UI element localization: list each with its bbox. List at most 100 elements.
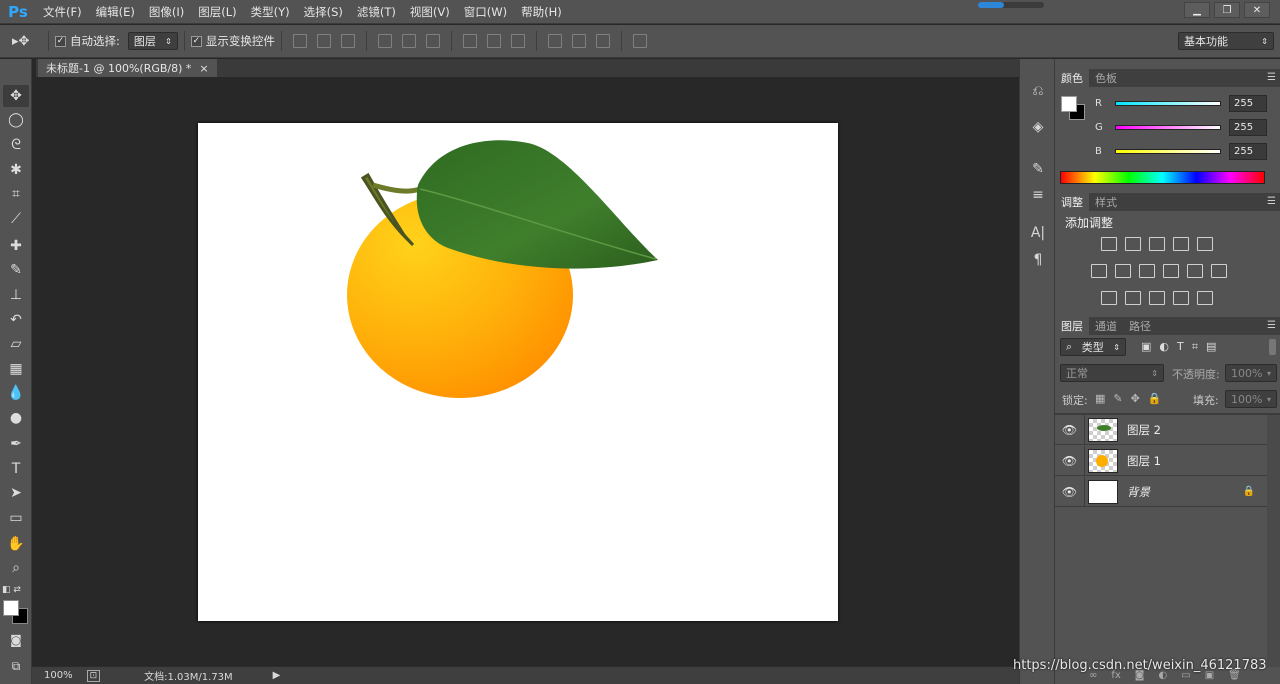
threshold-icon[interactable] bbox=[1149, 291, 1165, 305]
red-value[interactable]: 255 bbox=[1229, 95, 1267, 112]
history-brush-tool-icon[interactable]: ↶ bbox=[3, 309, 29, 331]
close-tab-icon[interactable]: × bbox=[199, 62, 208, 75]
vibrance-icon[interactable] bbox=[1197, 237, 1213, 251]
opacity-field[interactable]: 100% ▾ bbox=[1225, 364, 1277, 382]
lock-transparency-icon[interactable]: ▦ bbox=[1095, 392, 1105, 405]
curves-icon[interactable] bbox=[1149, 237, 1165, 251]
document-canvas[interactable] bbox=[198, 123, 838, 621]
gradient-map-icon[interactable] bbox=[1197, 291, 1213, 305]
menu-file[interactable]: 文件(F) bbox=[36, 4, 89, 20]
align-top-icon[interactable] bbox=[292, 34, 307, 48]
panel-menu-icon[interactable]: ☰ bbox=[1267, 72, 1276, 83]
layer-row[interactable]: 👁 图层 2 bbox=[1055, 414, 1267, 445]
color-balance-icon[interactable] bbox=[1115, 264, 1131, 278]
panel-menu-icon[interactable]: ☰ bbox=[1267, 320, 1276, 331]
tab-channels[interactable]: 通道 bbox=[1089, 317, 1123, 335]
visibility-eye-icon[interactable]: 👁 bbox=[1055, 445, 1085, 476]
clone-stamp-tool-icon[interactable]: ⊥ bbox=[3, 284, 29, 306]
green-value[interactable]: 255 bbox=[1229, 119, 1267, 136]
menu-window[interactable]: 窗口(W) bbox=[457, 4, 514, 20]
filter-toggle[interactable] bbox=[1269, 339, 1276, 355]
hand-tool-icon[interactable]: ✋ bbox=[3, 533, 29, 555]
pixel-filter-icon[interactable]: ▣ bbox=[1141, 340, 1151, 354]
align-bottom-icon[interactable] bbox=[340, 34, 355, 48]
lasso-tool-icon[interactable]: ᘓ bbox=[3, 134, 29, 156]
distribute-bottom-icon[interactable] bbox=[510, 34, 525, 48]
red-slider[interactable] bbox=[1115, 101, 1221, 106]
menu-filter[interactable]: 滤镜(T) bbox=[350, 4, 403, 20]
blue-slider[interactable] bbox=[1115, 149, 1221, 154]
align-left-icon[interactable] bbox=[377, 34, 392, 48]
type-filter-icon[interactable]: T bbox=[1177, 340, 1184, 354]
paragraph-panel-icon[interactable]: ¶ bbox=[1026, 250, 1050, 270]
restore-button[interactable]: ❐ bbox=[1214, 2, 1240, 18]
menu-edit[interactable]: 编辑(E) bbox=[89, 4, 142, 20]
panel-menu-icon[interactable]: ☰ bbox=[1267, 196, 1276, 207]
default-colors-icon[interactable]: ◧ ⇄ bbox=[2, 585, 21, 595]
auto-select-checkbox[interactable]: ✓ 自动选择: bbox=[55, 33, 120, 49]
visibility-eye-icon[interactable]: 👁 bbox=[1055, 414, 1085, 445]
status-menu-arrow-icon[interactable]: ▶ bbox=[273, 670, 281, 681]
layer-row[interactable]: 👁 图层 1 bbox=[1055, 445, 1267, 476]
blue-value[interactable]: 255 bbox=[1229, 143, 1267, 160]
hue-saturation-icon[interactable] bbox=[1091, 264, 1107, 278]
character-panel-icon[interactable]: A| bbox=[1026, 223, 1050, 243]
adjustment-filter-icon[interactable]: ◐ bbox=[1159, 340, 1169, 354]
align-right-icon[interactable] bbox=[425, 34, 440, 48]
selective-color-icon[interactable] bbox=[1173, 291, 1189, 305]
menu-image[interactable]: 图像(I) bbox=[142, 4, 191, 20]
shape-filter-icon[interactable]: ⌗ bbox=[1192, 340, 1198, 354]
distribute-right-icon[interactable] bbox=[595, 34, 610, 48]
menu-help[interactable]: 帮助(H) bbox=[514, 4, 569, 20]
menu-view[interactable]: 视图(V) bbox=[403, 4, 457, 20]
green-slider[interactable] bbox=[1115, 125, 1221, 130]
distribute-left-icon[interactable] bbox=[547, 34, 562, 48]
lock-all-icon[interactable]: 🔒 bbox=[1148, 392, 1162, 405]
history-panel-icon[interactable]: ⎌ bbox=[1026, 81, 1050, 101]
brightness-icon[interactable] bbox=[1101, 237, 1117, 251]
photo-filter-icon[interactable] bbox=[1163, 264, 1179, 278]
zoom-level[interactable]: 100% bbox=[44, 670, 73, 681]
black-white-icon[interactable] bbox=[1139, 264, 1155, 278]
visibility-eye-icon[interactable]: 👁 bbox=[1055, 476, 1085, 507]
workspace-dropdown[interactable]: 基本功能 ⇕ bbox=[1178, 32, 1274, 50]
layer-row[interactable]: 👁 背景 🔒 bbox=[1055, 476, 1267, 507]
close-button[interactable]: ✕ bbox=[1244, 2, 1270, 18]
tab-layers[interactable]: 图层 bbox=[1055, 317, 1089, 335]
show-transform-checkbox[interactable]: ✓ 显示变换控件 bbox=[190, 33, 275, 49]
eraser-tool-icon[interactable]: ▱ bbox=[3, 333, 29, 355]
distribute-hcenter-icon[interactable] bbox=[571, 34, 586, 48]
lock-pixels-icon[interactable]: ✎ bbox=[1113, 392, 1122, 405]
brush-presets-icon[interactable]: ≡ bbox=[1026, 185, 1050, 205]
brush-panel-icon[interactable]: ✎ bbox=[1026, 159, 1050, 179]
pen-tool-icon[interactable]: ✒ bbox=[3, 433, 29, 455]
screen-mode-icon[interactable]: ⧉ bbox=[3, 655, 29, 677]
align-vcenter-icon[interactable] bbox=[316, 34, 331, 48]
tab-adjustments[interactable]: 调整 bbox=[1055, 193, 1089, 211]
auto-align-icon[interactable] bbox=[632, 34, 647, 48]
move-tool-icon[interactable]: ✥ bbox=[3, 85, 29, 107]
tab-swatches[interactable]: 色板 bbox=[1089, 69, 1123, 87]
tab-color[interactable]: 颜色 bbox=[1055, 69, 1089, 87]
lock-position-icon[interactable]: ✥ bbox=[1131, 392, 1140, 405]
eyedropper-tool-icon[interactable]: ⟋ bbox=[3, 208, 29, 230]
layer-filter-dropdown[interactable]: ⌕ 类型 ⇕ bbox=[1060, 338, 1126, 356]
smart-object-filter-icon[interactable]: ▤ bbox=[1206, 340, 1216, 354]
distribute-vcenter-icon[interactable] bbox=[486, 34, 501, 48]
crop-tool-icon[interactable]: ⌗ bbox=[3, 183, 29, 205]
blur-tool-icon[interactable]: 💧 bbox=[3, 382, 29, 404]
zoom-tool-icon[interactable]: ⌕ bbox=[3, 557, 29, 579]
color-lookup-icon[interactable] bbox=[1211, 264, 1227, 278]
posterize-icon[interactable] bbox=[1125, 291, 1141, 305]
menu-layer[interactable]: 图层(L) bbox=[191, 4, 243, 20]
rectangle-tool-icon[interactable]: ▭ bbox=[3, 507, 29, 529]
quick-mask-icon[interactable]: ◙ bbox=[3, 629, 29, 651]
blend-mode-dropdown[interactable]: 正常 ⇕ bbox=[1060, 364, 1164, 382]
properties-panel-icon[interactable]: ◈ bbox=[1026, 117, 1050, 137]
minimize-button[interactable]: ▁ bbox=[1184, 2, 1210, 18]
levels-icon[interactable] bbox=[1125, 237, 1141, 251]
document-tab[interactable]: 未标题-1 @ 100%(RGB/8) * × bbox=[38, 59, 217, 77]
invert-icon[interactable] bbox=[1101, 291, 1117, 305]
layers-scrollbar[interactable] bbox=[1267, 415, 1280, 677]
path-selection-tool-icon[interactable]: ➤ bbox=[3, 482, 29, 504]
